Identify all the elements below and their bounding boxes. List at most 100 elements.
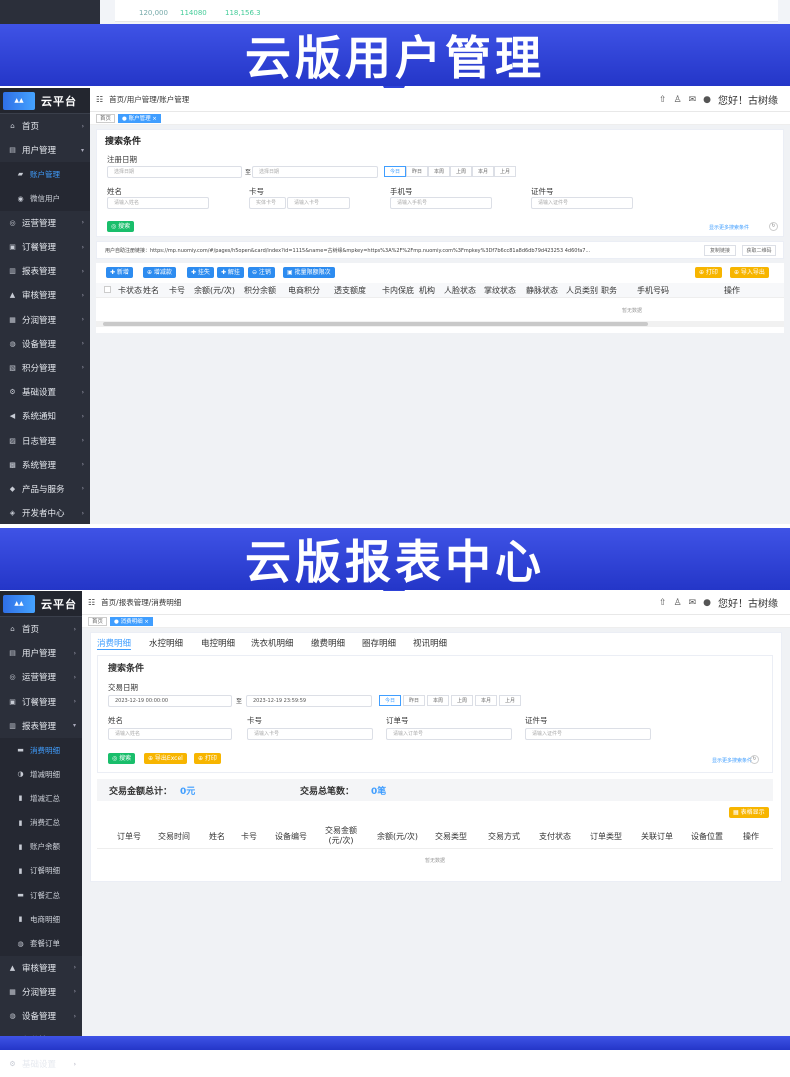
quick-last-week[interactable]: 上周 — [451, 695, 473, 706]
phone-input[interactable]: 请输入手机号 — [390, 197, 492, 209]
tab-laundry[interactable]: 洗衣机明细 — [251, 637, 294, 649]
sidebar-item[interactable]: ◀ 系统通知 › — [0, 404, 90, 428]
avatar-icon[interactable]: ● — [703, 95, 711, 105]
quick-this-week[interactable]: 本周 — [427, 695, 449, 706]
quick-this-month[interactable]: 本月 — [475, 695, 497, 706]
search-button[interactable]: ◎ 搜索 — [107, 221, 135, 232]
name-input[interactable]: 请输入姓名 — [108, 728, 232, 740]
sidebar-item[interactable]: ◍ 设备管理 › — [0, 1004, 82, 1028]
sidebar-item[interactable]: ▤ 用户管理 › — [0, 641, 82, 665]
quick-today[interactable]: 今日 — [379, 695, 401, 706]
sidebar-item[interactable]: ⌂ 首页 › — [0, 617, 82, 641]
order-input[interactable]: 请输入订单号 — [386, 728, 512, 740]
column-header[interactable]: 关联订单 — [641, 832, 673, 842]
refresh-icon[interactable]: ↻ — [750, 755, 759, 764]
quick-last-week[interactable]: 上周 — [450, 166, 472, 177]
sidebar-item[interactable]: ▥ 报表管理 › — [0, 259, 90, 283]
column-header[interactable]: 订单类型 — [590, 832, 622, 842]
date-start-input[interactable]: 2023-12-19 00:00:00 — [108, 695, 232, 707]
sidebar-item[interactable]: ⚙ 基础设置 › — [0, 380, 90, 404]
user-icon[interactable]: ♙ — [674, 598, 682, 608]
sidebar-item[interactable]: ◍ 套餐订单 — [0, 931, 82, 956]
copy-link-button[interactable]: 复制链接 — [704, 245, 736, 256]
upload-icon[interactable]: ⇧ — [659, 95, 667, 105]
menu-toggle-icon[interactable]: ☷ — [88, 598, 95, 607]
sidebar-item[interactable]: ◑ 增减明细 — [0, 762, 82, 787]
scroll-thumb[interactable] — [103, 322, 648, 326]
quick-today[interactable]: 今日 — [384, 166, 406, 177]
sidebar-item[interactable]: ◍ 设备管理 › — [0, 332, 90, 356]
tag-home[interactable]: 首页 — [88, 616, 108, 626]
tab-video[interactable]: 视讯明细 — [413, 637, 447, 649]
import-export-button[interactable]: ⊕ 导入导出 — [730, 267, 769, 278]
column-header[interactable]: 机构 — [419, 285, 435, 296]
sidebar-item[interactable]: ▣ 订餐管理 › — [0, 235, 90, 259]
date-end-input[interactable]: 2023-12-19 23:59:59 — [246, 695, 372, 707]
column-header[interactable]: 交易方式 — [488, 832, 520, 842]
column-header[interactable]: 静脉状态 — [526, 285, 558, 296]
column-header[interactable]: 姓名 — [209, 832, 225, 842]
sidebar-item[interactable]: ▥ 报表管理 ▾ — [0, 714, 82, 738]
refresh-icon[interactable]: ↻ — [769, 222, 778, 231]
sidebar-item[interactable]: ◎ 运营管理 › — [0, 665, 82, 689]
sidebar-item[interactable]: ▣ 订餐管理 › — [0, 690, 82, 714]
sidebar-item[interactable]: ▮ 电商明细 — [0, 907, 82, 932]
mail-icon[interactable]: ✉ — [689, 95, 697, 105]
column-header[interactable]: 掌纹状态 — [484, 285, 516, 296]
column-header[interactable]: 人员类别 — [566, 285, 598, 296]
cancel-card-button[interactable]: ⊖ 注销 — [248, 267, 275, 278]
column-header[interactable]: 人脸状态 — [444, 285, 476, 296]
tab-consumption[interactable]: 消费明细 — [97, 637, 132, 650]
search-button[interactable]: ◎ 搜索 — [108, 753, 136, 764]
id-input[interactable]: 请输入证件号 — [531, 197, 633, 209]
quick-yesterday[interactable]: 昨日 — [403, 695, 425, 706]
column-header[interactable]: 设备编号 — [275, 832, 307, 842]
column-header[interactable]: 卡状态 — [118, 285, 142, 296]
column-header[interactable]: 设备位置 — [691, 832, 723, 842]
column-header[interactable]: 手机号码 — [637, 285, 669, 296]
sidebar-item[interactable]: ▲ 审核管理 › — [0, 956, 82, 980]
sidebar-item[interactable]: ▦ 分润管理 › — [0, 980, 82, 1004]
register-link-text[interactable]: 用户自助注册链接：https://mp.nuomiy.com/#/pages/h… — [105, 247, 685, 254]
sidebar-item[interactable]: ◎ 运营管理 › — [0, 211, 90, 235]
sidebar-item[interactable]: ▬ 消费明细 — [0, 737, 82, 763]
print-button[interactable]: ⊕ 打印 — [695, 267, 722, 278]
quick-this-month[interactable]: 本月 — [472, 166, 494, 177]
id-input[interactable]: 请输入证件号 — [525, 728, 651, 740]
sidebar-item[interactable]: ▮ 订餐明细 — [0, 858, 82, 884]
user-icon[interactable]: ♙ — [674, 95, 682, 105]
print-button[interactable]: ⊕ 打印 — [194, 753, 221, 764]
column-header[interactable]: 姓名 — [143, 285, 159, 296]
upload-icon[interactable]: ⇧ — [659, 598, 667, 608]
tag-account[interactable]: ● 账户管理 × — [118, 113, 161, 123]
date-start-input[interactable]: 选择日期 — [107, 166, 242, 178]
column-header[interactable]: 交易类型 — [435, 832, 467, 842]
adjust-balance-button[interactable]: ⊕ 增减款 — [143, 267, 176, 278]
sidebar-item[interactable]: ▲ 审核管理 › — [0, 283, 90, 307]
sidebar-item[interactable]: ⌂ 首页 › — [0, 114, 90, 138]
mail-icon[interactable]: ✉ — [689, 598, 697, 608]
qr-code-button[interactable]: 获取二维码 — [742, 245, 776, 256]
column-header[interactable]: 操作 — [743, 832, 759, 842]
quick-last-month[interactable]: 上月 — [499, 695, 521, 706]
name-input[interactable]: 请输入姓名 — [107, 197, 209, 209]
date-end-input[interactable]: 选择日期 — [252, 166, 378, 178]
column-header[interactable]: 余额(元/次) — [194, 285, 235, 296]
sidebar-item[interactable]: ▰ 账户管理 — [0, 162, 90, 187]
menu-toggle-icon[interactable]: ☷ — [96, 95, 103, 104]
tag-consumption[interactable]: ● 消费明细 × — [110, 616, 153, 626]
column-header[interactable]: 卡内保底 — [382, 285, 414, 296]
tab-electric[interactable]: 电控明细 — [201, 637, 235, 649]
card-input[interactable]: 请输入卡号 — [247, 728, 373, 740]
column-header[interactable]: 操作 — [724, 285, 740, 296]
quick-yesterday[interactable]: 昨日 — [406, 166, 428, 177]
column-header[interactable]: 交易时间 — [158, 832, 190, 842]
report-loss-button[interactable]: ✚ 挂失 — [187, 267, 214, 278]
tab-water[interactable]: 水控明细 — [149, 637, 183, 649]
column-header[interactable]: 卡号 — [241, 832, 257, 842]
sidebar-item[interactable]: ◉ 微信用户 — [0, 186, 90, 211]
sidebar-item[interactable]: ⚙ 基础设置 › — [0, 1052, 82, 1076]
column-header[interactable]: 订单号 — [117, 832, 141, 842]
card-type-select[interactable]: 实体卡号 — [249, 197, 286, 209]
sidebar-item[interactable]: ▮ 账户余额 — [0, 834, 82, 859]
